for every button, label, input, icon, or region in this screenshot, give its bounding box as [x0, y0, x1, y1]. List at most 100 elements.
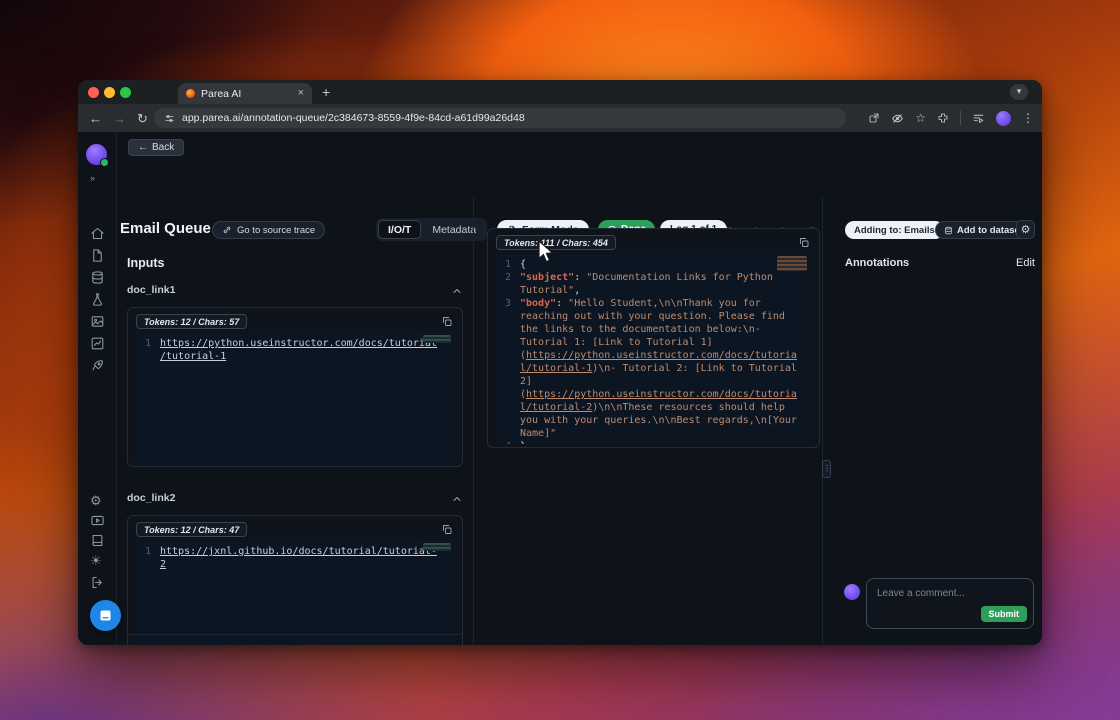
output-code: 1{2"subject": "Documentation Links for P…: [496, 258, 811, 444]
input-card-doc-link2: Tokens: 12 / Chars: 47 1 https://jxnl.gi…: [127, 515, 463, 645]
code-text: {: [520, 258, 811, 271]
queue-settings-icon[interactable]: ⚙: [1016, 220, 1035, 239]
comment-avatar: [844, 584, 860, 600]
copy-icon[interactable]: [441, 315, 453, 328]
code-line: 4}: [496, 440, 811, 444]
link-icon: [222, 225, 232, 235]
app-content: » ⚙: [78, 132, 1042, 645]
inputs-header: Inputs: [127, 256, 165, 270]
collapse-chevron-icon[interactable]: [451, 492, 463, 504]
logout-icon[interactable]: [90, 575, 106, 591]
eye-off-icon[interactable]: [891, 112, 904, 125]
back-button[interactable]: ← Back: [128, 139, 184, 156]
back-nav-icon[interactable]: ←: [89, 112, 102, 125]
code-line: 2"subject": "Documentation Links for Pyt…: [496, 271, 811, 297]
copy-icon[interactable]: [798, 236, 810, 249]
dataset-icon: [944, 226, 953, 235]
share-icon[interactable]: [868, 112, 880, 124]
deploy-rocket-icon[interactable]: [90, 358, 106, 374]
inputs-bottom-divider: [127, 634, 463, 635]
annotations-edit-link[interactable]: Edit: [1016, 257, 1035, 269]
parea-favicon: [186, 89, 195, 98]
site-settings-icon[interactable]: [164, 113, 175, 124]
reload-icon[interactable]: ↻: [137, 112, 148, 125]
panel-drag-handle[interactable]: ⋮: [822, 460, 831, 478]
zoom-window-button[interactable]: [120, 87, 131, 98]
tokens-badge: Tokens: 111 / Chars: 454: [496, 235, 616, 250]
tokens-badge: Tokens: 12 / Chars: 47: [136, 522, 247, 537]
evals-chart-icon[interactable]: [90, 336, 106, 352]
media-controls-icon[interactable]: [972, 112, 985, 125]
tab-title: Parea AI: [201, 88, 292, 100]
back-label: Back: [152, 142, 174, 153]
code-editor-doc-link1[interactable]: 1 https://python.useinstructor.com/docs/…: [136, 333, 454, 465]
code-line: 1 https://jxnl.github.io/docs/tutorial/t…: [136, 545, 454, 571]
code-line: 1 https://python.useinstructor.com/docs/…: [136, 337, 454, 363]
support-chat-widget[interactable]: [90, 600, 121, 631]
home-icon[interactable]: [90, 226, 106, 242]
close-window-button[interactable]: [88, 87, 99, 98]
browser-tab[interactable]: Parea AI ×: [178, 83, 312, 104]
submit-comment-button[interactable]: Submit: [981, 606, 1028, 622]
bookmark-star-icon[interactable]: ☆: [915, 111, 926, 125]
annotations-header: Annotations: [845, 257, 909, 269]
tab-search-icon[interactable]: ▾: [1010, 84, 1028, 100]
workspace-avatar[interactable]: [86, 144, 107, 165]
input-section-label: doc_link2: [127, 492, 175, 504]
copy-icon[interactable]: [441, 523, 453, 536]
settings-gear-icon[interactable]: ⚙: [90, 493, 102, 508]
expand-sidebar-icon[interactable]: »: [90, 173, 95, 183]
browser-menu-icon[interactable]: ⋮: [1022, 111, 1034, 125]
go-to-source-trace-button[interactable]: Go to source trace: [212, 221, 325, 239]
comment-composer: Submit: [866, 578, 1034, 629]
line-number: 1: [136, 545, 160, 571]
forward-nav-icon[interactable]: →: [113, 112, 126, 125]
line-number: 2: [496, 271, 520, 297]
code-text: }: [520, 440, 811, 444]
collapse-chevron-icon[interactable]: [451, 284, 463, 296]
url-omnibox[interactable]: app.parea.ai/annotation-queue/2c384673-8…: [154, 108, 846, 128]
code-editor-doc-link2[interactable]: 1 https://jxnl.github.io/docs/tutorial/t…: [136, 541, 454, 645]
new-tab-button[interactable]: +: [322, 85, 330, 99]
code-editor-output[interactable]: 1{2"subject": "Documentation Links for P…: [496, 254, 811, 444]
browser-tabstrip: Parea AI × + ▾: [78, 80, 1042, 104]
line-number: 4: [496, 440, 520, 444]
mouse-cursor: [538, 240, 555, 264]
line-number: 3: [496, 297, 520, 440]
browser-action-icons: ☆ ⋮: [868, 104, 1034, 132]
datasets-icon[interactable]: [90, 270, 106, 286]
extensions-icon[interactable]: [937, 112, 949, 124]
logs-icon[interactable]: [90, 248, 106, 264]
inputs-output-divider[interactable]: [473, 196, 474, 645]
code-text: https://jxnl.github.io/docs/tutorial/tut…: [160, 545, 454, 571]
code-text: "subject": "Documentation Links for Pyth…: [520, 271, 811, 297]
adding-to-label: Adding to: Emails: [854, 225, 935, 236]
add-to-dataset-label: Add to dataset: [957, 225, 1023, 236]
browser-window: Parea AI × + ▾ ← → ↻ app.parea.ai/annota…: [78, 80, 1042, 645]
source-trace-label: Go to source trace: [237, 225, 315, 236]
app-sidebar: » ⚙: [78, 132, 117, 645]
input-card-doc-link1: Tokens: 12 / Chars: 57 1 https://python.…: [127, 307, 463, 467]
browser-profile-avatar[interactable]: [996, 111, 1011, 126]
code-line: 3"body": "Hello Student,\n\nThank you fo…: [496, 297, 811, 440]
lab-icon[interactable]: [90, 292, 106, 308]
editor-minimap: [423, 335, 451, 343]
output-card: Tokens: 111 / Chars: 454 1{2"subject": "…: [487, 228, 820, 448]
tutorials-video-icon[interactable]: [90, 513, 106, 529]
url-text: app.parea.ai/annotation-queue/2c384673-8…: [182, 112, 525, 124]
tab-close-icon[interactable]: ×: [298, 88, 304, 99]
minimize-window-button[interactable]: [104, 87, 115, 98]
code-text: "body": "Hello Student,\n\nThank you for…: [520, 297, 811, 440]
theme-sun-icon[interactable]: ☀: [90, 553, 102, 568]
tab-metadata[interactable]: Metadata: [423, 220, 485, 239]
adding-to-button[interactable]: Adding to: Emails: [845, 221, 944, 239]
page-title: Email Queue: [120, 220, 211, 237]
output-annotations-divider[interactable]: [822, 196, 823, 645]
tokens-badge: Tokens: 12 / Chars: 57: [136, 314, 247, 329]
input-section-label: doc_link1: [127, 284, 175, 296]
playground-icon[interactable]: [90, 314, 106, 330]
line-number: 1: [136, 337, 160, 363]
back-arrow-icon: ←: [138, 142, 148, 153]
tab-iot[interactable]: I/O/T: [378, 220, 421, 239]
docs-book-icon[interactable]: [90, 533, 106, 549]
